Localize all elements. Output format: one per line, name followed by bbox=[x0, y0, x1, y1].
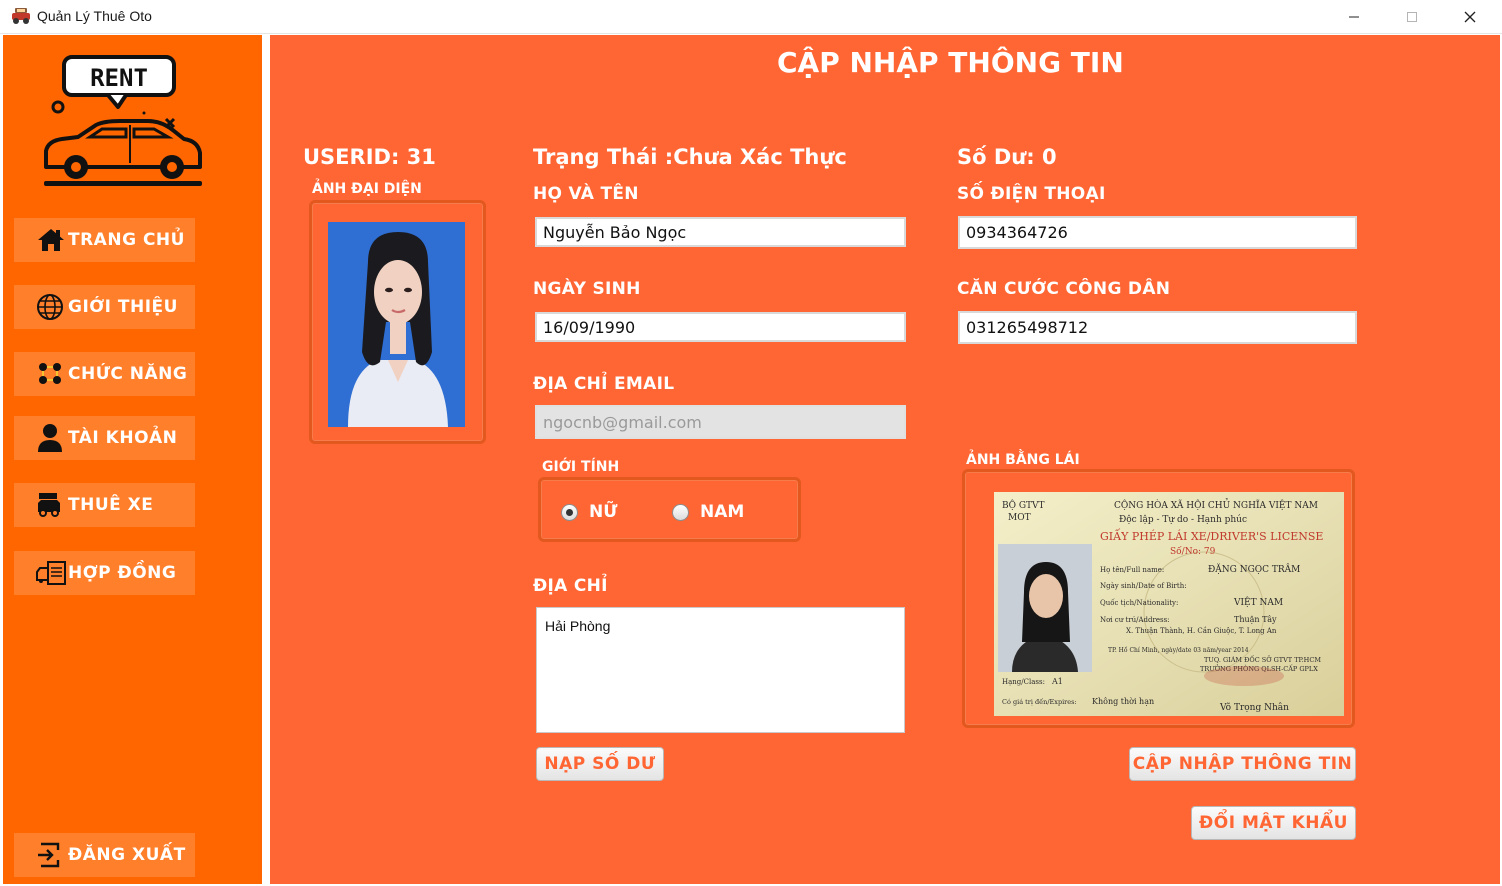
radio-selected-icon bbox=[561, 503, 578, 521]
id-label: CĂN CƯỚC CÔNG DÂN bbox=[957, 279, 1171, 299]
license-name-value: ĐẶNG NGỌC TRÂM bbox=[1208, 563, 1300, 575]
license-authority: BỘ GTVT bbox=[1002, 499, 1045, 511]
close-icon bbox=[1464, 11, 1476, 23]
title-bar: Quản Lý Thuê Oto bbox=[0, 0, 1502, 34]
window-title: Quản Lý Thuê Oto bbox=[37, 8, 152, 24]
license-class-label: Hạng/Class: bbox=[1002, 678, 1045, 686]
nav-label: GIỚI THIỆU bbox=[68, 297, 178, 317]
avatar-label: ẢNH ĐẠI DIỆN bbox=[312, 181, 422, 197]
fullname-label: HỌ VÀ TÊN bbox=[533, 184, 639, 204]
app-car-icon bbox=[12, 8, 30, 24]
license-expiry-value: Không thời hạn bbox=[1092, 697, 1154, 706]
nav-label: TRANG CHỦ bbox=[68, 230, 185, 250]
close-button[interactable] bbox=[1447, 0, 1493, 34]
minimize-button[interactable] bbox=[1331, 0, 1377, 34]
email-input[interactable]: ngocnb@gmail.com bbox=[535, 405, 906, 439]
license-photo[interactable]: BỘ GTVT MOT CỘNG HÒA XÃ HỘI CHỦ NGHĨA VI… bbox=[994, 492, 1344, 716]
license-issued: TP. Hồ Chí Minh, ngày/date 03 năm/year 2… bbox=[1108, 646, 1249, 654]
address-textarea[interactable]: Hải Phòng bbox=[536, 607, 905, 733]
gender-female-label: NỮ bbox=[589, 502, 618, 522]
update-info-button[interactable]: CẬP NHẬP THÔNG TIN bbox=[1129, 747, 1356, 781]
balance-label: Số Dư: 0 bbox=[957, 145, 1057, 169]
nav-gioi-thieu[interactable]: GIỚI THIỆU bbox=[14, 285, 195, 329]
nav-hop-dong[interactable]: HỢP ĐỒNG bbox=[14, 551, 195, 595]
page-title: CẬP NHẬP THÔNG TIN bbox=[777, 46, 1124, 79]
gender-label: GIỚI TÍNH bbox=[542, 459, 620, 475]
status-label: Trạng Thái :Chưa Xác Thực bbox=[533, 145, 847, 169]
license-nationality-value: VIỆT NAM bbox=[1233, 596, 1283, 608]
license-residence-label: Nơi cư trú/Address: bbox=[1100, 616, 1170, 624]
email-label: ĐỊA CHỈ EMAIL bbox=[533, 374, 675, 394]
license-nationality-label: Quốc tịch/Nationality: bbox=[1100, 598, 1178, 607]
userid-label: USERID: 31 bbox=[303, 145, 436, 169]
license-signer: Võ Trọng Nhân bbox=[1219, 702, 1289, 713]
license-title: GIẤY PHÉP LÁI XE/DRIVER'S LICENSE bbox=[1100, 528, 1323, 543]
radio-unselected-icon bbox=[672, 503, 689, 521]
gender-male-radio[interactable]: NAM bbox=[672, 502, 744, 522]
globe-icon bbox=[37, 294, 63, 320]
license-number: Số/No: 79 bbox=[1170, 546, 1216, 557]
dob-input[interactable]: 16/09/1990 bbox=[535, 312, 906, 342]
license-class-value: A1 bbox=[1051, 677, 1063, 686]
gender-female-radio[interactable]: NỮ bbox=[561, 502, 617, 522]
nav-label: HỢP ĐỒNG bbox=[68, 563, 177, 583]
address-label: ĐỊA CHỈ bbox=[533, 576, 608, 596]
license-label: ẢNH BẰNG LÁI bbox=[966, 452, 1080, 468]
minimize-icon bbox=[1349, 16, 1359, 18]
sidebar-divider bbox=[262, 35, 270, 884]
license-authority-en: MOT bbox=[1008, 513, 1031, 523]
maximize-icon bbox=[1407, 12, 1417, 22]
contract-icon bbox=[36, 561, 66, 585]
license-motto: Độc lập - Tự do - Hạnh phúc bbox=[1119, 514, 1247, 525]
nav-label: CHỨC NĂNG bbox=[68, 364, 188, 384]
change-password-button[interactable]: ĐỔI MẬT KHẨU bbox=[1191, 806, 1356, 840]
nav-label: TÀI KHOẢN bbox=[68, 428, 178, 448]
user-icon bbox=[38, 424, 62, 452]
car-rental-icon bbox=[38, 493, 60, 517]
nav-tai-khoan[interactable]: TÀI KHOẢN bbox=[14, 416, 195, 460]
nav-label: THUÊ XE bbox=[68, 495, 154, 515]
license-residence-value: Thuận Tây bbox=[1234, 615, 1277, 624]
id-input[interactable]: 031265498712 bbox=[958, 311, 1357, 344]
nav-chuc-nang[interactable]: CHỨC NĂNG bbox=[14, 352, 195, 396]
features-icon bbox=[39, 363, 61, 384]
phone-input[interactable]: 0934364726 bbox=[958, 216, 1357, 249]
logo-text: RENT bbox=[90, 64, 148, 92]
license-issuer: TUQ. GIÁM ĐỐC SỞ GTVT TP.HCM bbox=[1204, 654, 1321, 664]
rent-car-logo: RENT bbox=[44, 55, 202, 186]
dob-label: NGÀY SINH bbox=[533, 279, 641, 299]
home-icon bbox=[38, 229, 64, 251]
logout-icon bbox=[38, 842, 60, 868]
phone-label: SỐ ĐIỆN THOẠI bbox=[957, 184, 1106, 204]
topup-button[interactable]: NẠP SỐ DƯ bbox=[536, 747, 664, 781]
fullname-input[interactable]: Nguyễn Bảo Ngọc bbox=[535, 217, 906, 247]
license-residence-value2: X. Thuận Thành, H. Cần Giuộc, T. Long An bbox=[1126, 626, 1277, 635]
maximize-button[interactable] bbox=[1389, 0, 1435, 34]
gender-male-label: NAM bbox=[700, 502, 745, 522]
license-expiry-label: Có giá trị đến/Expires: bbox=[1002, 697, 1077, 706]
license-name-label: Họ tên/Full name: bbox=[1100, 566, 1164, 574]
nav-dang-xuat[interactable]: ĐĂNG XUẤT bbox=[14, 833, 195, 877]
nav-thue-xe[interactable]: THUÊ XE bbox=[14, 483, 195, 527]
license-dob-label: Ngày sinh/Date of Birth: bbox=[1100, 581, 1187, 590]
avatar-photo[interactable] bbox=[328, 222, 465, 427]
nav-label: ĐĂNG XUẤT bbox=[68, 845, 186, 865]
nav-trang-chu[interactable]: TRANG CHỦ bbox=[14, 218, 195, 262]
